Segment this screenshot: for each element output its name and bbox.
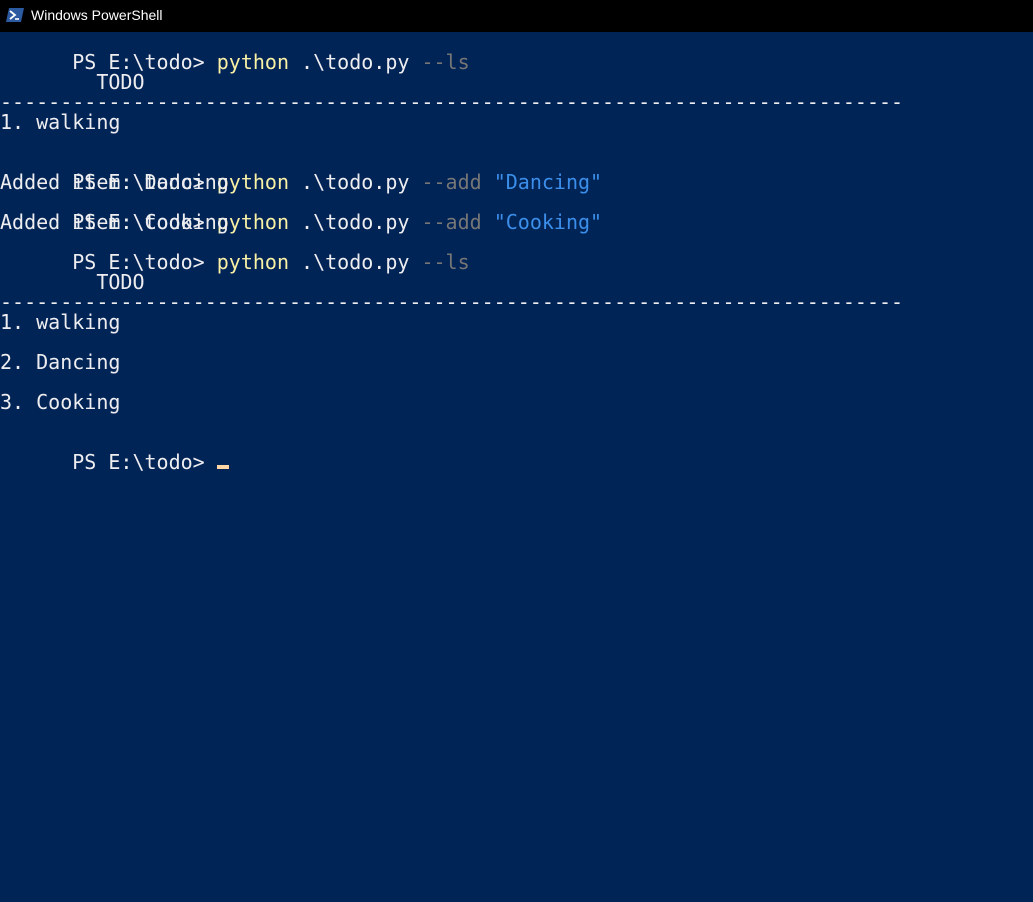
command-arg: .\todo.py [289,250,422,274]
prompt: PS E:\todo> [72,450,217,474]
powershell-window: Windows PowerShell PS E:\todo> python .\… [0,0,1033,902]
window-title: Windows PowerShell [31,7,163,23]
command-flag: --ls [421,250,470,274]
command-line: PS E:\todo> python .\todo.py --add "Danc… [0,152,602,192]
command-arg: .\todo.py [289,50,422,74]
active-prompt-line[interactable]: PS E:\todo> [0,432,229,472]
divider-line: ----------------------------------------… [0,290,904,314]
command-flag: --add [421,210,494,234]
todo-item: 3. Cooking [0,390,121,414]
output-line: Added item: Cooking [0,210,229,234]
todo-heading: TODO [0,270,145,294]
command-arg: .\todo.py [289,170,422,194]
powershell-icon [6,8,24,22]
command-name: python [216,250,289,274]
command-line: PS E:\todo> python .\todo.py --add "Cook… [0,192,602,232]
title-bar[interactable]: Windows PowerShell [0,0,1033,32]
output-line: Added item: Dancing [0,170,229,194]
todo-item: 1. walking [0,110,121,134]
divider-line: ----------------------------------------… [0,90,904,114]
command-arg: .\todo.py [289,210,422,234]
todo-item: 1. walking [0,310,121,334]
command-string: "Cooking" [493,210,603,234]
command-name: python [216,50,289,74]
command-line: PS E:\todo> python .\todo.py --ls [0,232,469,272]
command-string: "Dancing" [493,170,603,194]
command-line: PS E:\todo> python .\todo.py --ls [0,32,469,72]
command-flag: --ls [421,50,470,74]
todo-heading: TODO [0,70,145,94]
command-flag: --add [421,170,494,194]
console-area[interactable]: PS E:\todo> python .\todo.py --ls TODO -… [0,32,1033,902]
todo-item: 2. Dancing [0,350,121,374]
text-cursor [216,465,229,469]
